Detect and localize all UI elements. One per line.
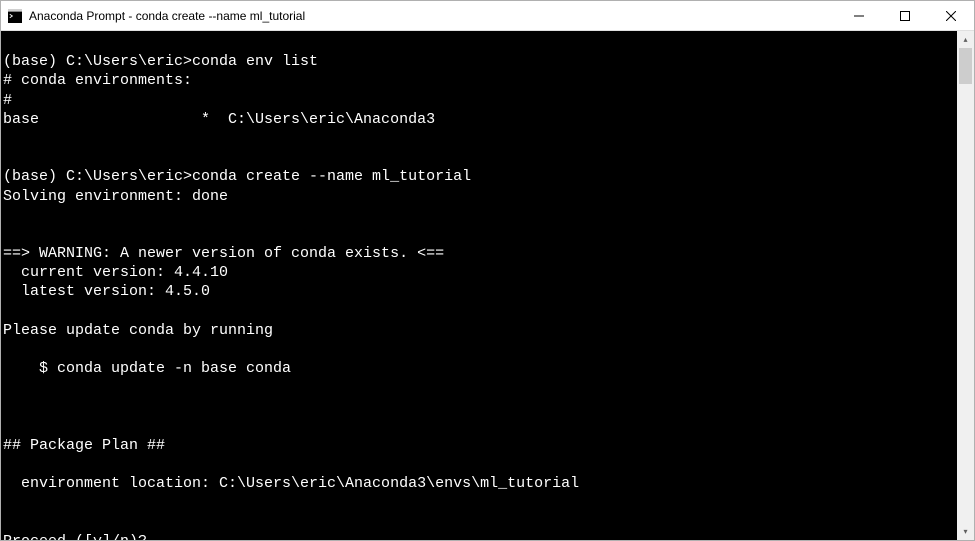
terminal-app-icon	[7, 8, 23, 24]
window-title: Anaconda Prompt - conda create --name ml…	[29, 9, 836, 23]
maximize-button[interactable]	[882, 1, 928, 30]
scroll-thumb[interactable]	[959, 48, 972, 84]
titlebar[interactable]: Anaconda Prompt - conda create --name ml…	[1, 1, 974, 31]
scroll-up-arrow-icon[interactable]: ▴	[957, 31, 974, 48]
window-frame: Anaconda Prompt - conda create --name ml…	[0, 0, 975, 541]
window-controls	[836, 1, 974, 30]
scroll-track[interactable]	[957, 48, 974, 523]
terminal-client-area: (base) C:\Users\eric>conda env list # co…	[1, 31, 974, 540]
minimize-button[interactable]	[836, 1, 882, 30]
close-button[interactable]	[928, 1, 974, 30]
scroll-down-arrow-icon[interactable]: ▾	[957, 523, 974, 540]
vertical-scrollbar[interactable]: ▴ ▾	[957, 31, 974, 540]
terminal-output[interactable]: (base) C:\Users\eric>conda env list # co…	[1, 31, 957, 540]
